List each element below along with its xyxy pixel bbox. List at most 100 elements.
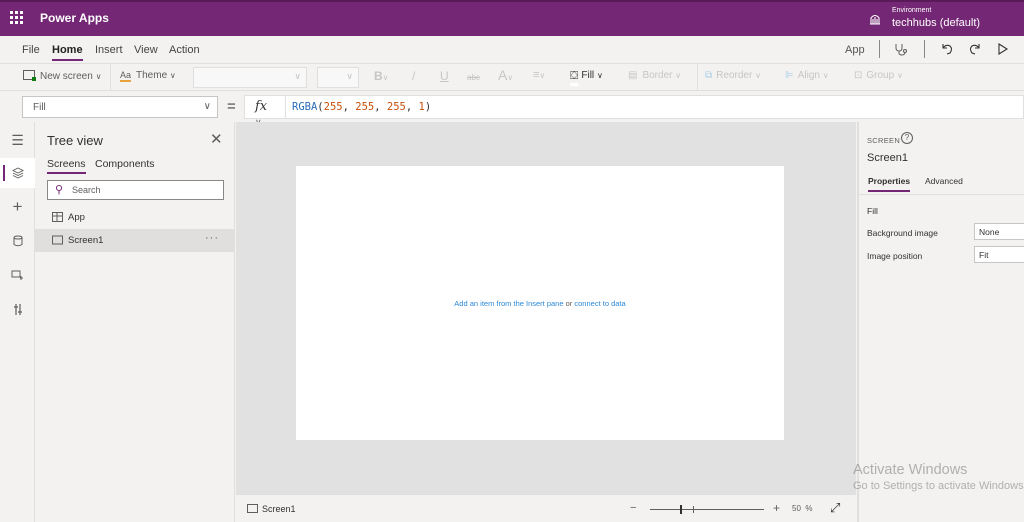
divider bbox=[697, 64, 698, 91]
screen-icon bbox=[52, 235, 63, 245]
formula-bar: Fill ∨ = fx ∨ RGBA(255, 255, 255, 1) bbox=[0, 91, 1024, 127]
theme-icon: Aa bbox=[120, 70, 132, 82]
current-screen[interactable]: Screen1 bbox=[247, 504, 296, 514]
screen-canvas[interactable]: Add an item from the Insert pane or conn… bbox=[296, 166, 784, 440]
tab-screens[interactable]: Screens bbox=[47, 158, 86, 174]
menu-insert[interactable]: Insert bbox=[95, 44, 123, 56]
divider bbox=[879, 40, 880, 58]
property-select[interactable]: Fill ∨ bbox=[22, 96, 218, 118]
text-align-button[interactable]: ≡∨ bbox=[533, 69, 545, 81]
border-button[interactable]: ▤ Border ∨ bbox=[628, 70, 681, 81]
chevron-down-icon: ∨ bbox=[346, 71, 353, 81]
tab-components[interactable]: Components bbox=[95, 158, 155, 170]
tree-view-title: Tree view bbox=[47, 133, 103, 148]
tree-item-app[interactable]: App bbox=[35, 206, 235, 229]
reorder-button[interactable]: ⧉ Reorder ∨ bbox=[705, 70, 761, 81]
formula-arg: 255 bbox=[355, 101, 375, 113]
align-button[interactable]: ⊫ Align ∨ bbox=[785, 70, 829, 81]
tree-view-panel: Tree view ✕ Screens Components ⚲ Search … bbox=[35, 122, 235, 522]
properties-panel: SCREEN ? Screen1 Properties Advanced Fil… bbox=[857, 122, 1024, 522]
menu-home[interactable]: Home bbox=[52, 44, 83, 61]
help-icon[interactable]: ? bbox=[901, 132, 913, 144]
insert-pane-link[interactable]: Add an item from the Insert pane bbox=[454, 299, 563, 308]
data-icon[interactable] bbox=[0, 226, 35, 256]
font-size-select[interactable]: ∨ bbox=[317, 67, 359, 88]
property-value: Fill bbox=[33, 102, 46, 113]
environment-label: Environment bbox=[892, 7, 932, 14]
zoom-slider-tick bbox=[692, 506, 694, 513]
menu-file[interactable]: File bbox=[22, 44, 40, 56]
image-position-label: Image position bbox=[867, 251, 923, 261]
close-icon[interactable]: ✕ bbox=[210, 130, 223, 148]
app-settings-button[interactable]: App bbox=[845, 44, 865, 56]
undo-icon[interactable] bbox=[940, 42, 954, 56]
fx-icon: fx bbox=[255, 99, 268, 114]
fill-label: Fill bbox=[581, 70, 595, 81]
fill-property-label[interactable]: Fill bbox=[867, 206, 878, 216]
reorder-icon: ⧉ bbox=[705, 70, 713, 81]
fill-button[interactable]: ⛋ Fill ∨ bbox=[570, 70, 603, 86]
menu-icon[interactable]: ☰ bbox=[0, 125, 35, 155]
divider bbox=[924, 40, 925, 58]
search-icon: ⚲ bbox=[55, 184, 64, 196]
formula-input[interactable]: RGBA(255, 255, 255, 1) bbox=[286, 95, 1024, 119]
tree-search-input[interactable]: ⚲ Search bbox=[47, 180, 224, 200]
control-name: Screen1 bbox=[867, 152, 908, 164]
tab-properties[interactable]: Properties bbox=[868, 176, 911, 192]
insert-icon[interactable]: + bbox=[0, 192, 35, 222]
status-bar: Screen1 − + 50 % ⤢ bbox=[236, 494, 856, 522]
environment-name[interactable]: techhubs (default) bbox=[892, 17, 980, 29]
app-title: Power Apps bbox=[40, 11, 109, 25]
hint-or: or bbox=[565, 299, 573, 308]
control-type-label: SCREEN bbox=[867, 136, 901, 145]
app-checker-icon[interactable] bbox=[894, 42, 909, 57]
background-image-label: Background image bbox=[867, 228, 938, 238]
more-options-icon[interactable]: ··· bbox=[205, 232, 219, 244]
screen-icon bbox=[247, 504, 258, 513]
tree-item-screen1[interactable]: Screen1 ··· bbox=[35, 229, 235, 252]
search-placeholder: Search bbox=[72, 185, 101, 195]
zoom-slider[interactable] bbox=[650, 505, 764, 514]
fx-button[interactable]: fx ∨ bbox=[244, 95, 286, 127]
media-icon[interactable] bbox=[0, 260, 35, 290]
app-icon bbox=[52, 212, 63, 222]
zoom-in-button[interactable]: + bbox=[773, 501, 780, 515]
new-screen-button[interactable]: New screen ∨ bbox=[23, 70, 101, 82]
font-color-button[interactable]: A∨ bbox=[498, 67, 513, 83]
current-screen-name: Screen1 bbox=[262, 504, 296, 514]
align-icon: ⊫ bbox=[785, 70, 794, 81]
chevron-down-icon: ∨ bbox=[203, 101, 211, 112]
tab-advanced[interactable]: Advanced bbox=[925, 176, 963, 186]
advanced-tools-icon[interactable] bbox=[0, 294, 35, 324]
border-icon: ▤ bbox=[628, 70, 638, 81]
italic-button[interactable]: / bbox=[412, 69, 415, 83]
group-icon: ⊡ bbox=[854, 70, 863, 81]
connect-data-link[interactable]: connect to data bbox=[574, 299, 625, 308]
strikethrough-button[interactable]: abc bbox=[467, 73, 480, 82]
fit-to-window-icon[interactable]: ⤢ bbox=[830, 500, 840, 516]
bold-button[interactable]: B∨ bbox=[374, 69, 389, 83]
menu-action[interactable]: Action bbox=[169, 44, 200, 56]
font-family-select[interactable]: ∨ bbox=[193, 67, 307, 88]
menu-view[interactable]: View bbox=[134, 44, 158, 56]
redo-icon[interactable] bbox=[968, 42, 982, 56]
app-launcher-icon[interactable] bbox=[10, 11, 24, 25]
environment-icon[interactable] bbox=[868, 12, 882, 26]
theme-button[interactable]: Aa Theme ∨ bbox=[120, 70, 176, 82]
tree-item-label: App bbox=[68, 212, 85, 223]
preview-play-icon[interactable] bbox=[997, 42, 1009, 56]
formula-arg: 255 bbox=[323, 101, 343, 113]
divider bbox=[859, 194, 1024, 195]
image-position-select[interactable]: Fit bbox=[974, 246, 1024, 263]
zoom-slider-thumb[interactable] bbox=[679, 505, 682, 514]
group-button[interactable]: ⊡ Group ∨ bbox=[854, 70, 903, 81]
chevron-down-icon: ∨ bbox=[294, 71, 301, 81]
zoom-out-button[interactable]: − bbox=[630, 502, 636, 514]
theme-label: Theme bbox=[136, 70, 168, 81]
ribbon-toolbar: New screen ∨ Aa Theme ∨ ∨ ∨ B∨ / U abc A∨… bbox=[0, 64, 1024, 91]
underline-button[interactable]: U bbox=[440, 69, 449, 83]
formula-function: RGBA bbox=[292, 101, 318, 113]
canvas-area: Add an item from the Insert pane or conn… bbox=[236, 122, 856, 494]
background-image-select[interactable]: None bbox=[974, 223, 1024, 240]
tree-view-icon[interactable] bbox=[0, 158, 35, 188]
